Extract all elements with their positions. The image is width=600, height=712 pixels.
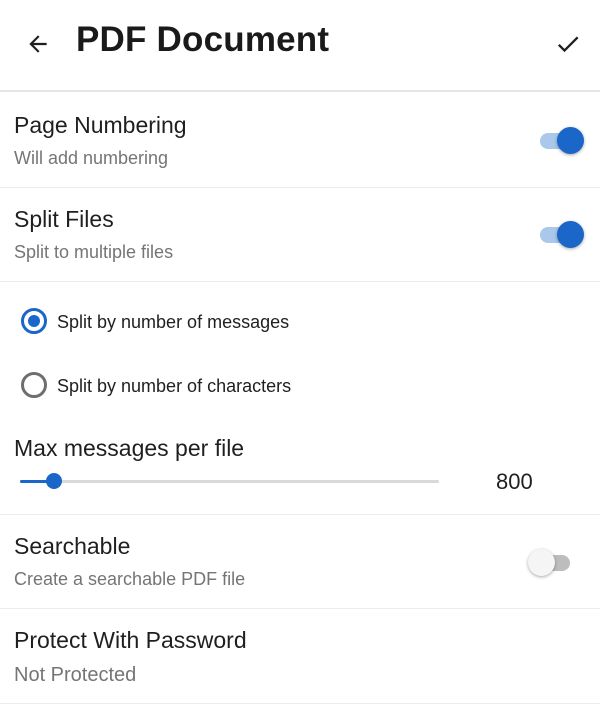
divider [0, 703, 600, 704]
divider [0, 281, 600, 282]
radio-split-by-messages[interactable]: Split by number of messages [0, 292, 600, 352]
setting-subtitle: Not Protected [14, 664, 137, 686]
setting-subtitle: Will add numbering [14, 148, 169, 168]
setting-searchable[interactable]: Searchable Create a searchable PDF file [0, 515, 600, 608]
radio-split-by-characters[interactable]: Split by number of characters [0, 356, 600, 416]
page-numbering-toggle[interactable] [538, 125, 584, 155]
searchable-toggle[interactable] [528, 547, 574, 577]
toggle-thumb [557, 127, 584, 154]
radio-button-unchecked[interactable] [21, 372, 47, 398]
setting-page-numbering[interactable]: Page Numbering Will add numbering [0, 94, 600, 187]
toggle-thumb [528, 549, 555, 576]
radio-label: Split by number of messages [57, 312, 290, 332]
setting-protect-password[interactable]: Protect With Password Not Protected [0, 609, 600, 703]
confirm-button[interactable] [546, 22, 590, 66]
split-files-toggle[interactable] [538, 219, 584, 249]
back-button[interactable] [16, 22, 60, 66]
radio-button-checked[interactable] [21, 308, 47, 334]
check-icon [557, 36, 579, 53]
setting-split-files[interactable]: Split Files Split to multiple files [0, 188, 600, 281]
slider-thumb[interactable] [45, 473, 62, 489]
app-bar: PDF Document [0, 0, 600, 92]
max-messages-label: Max messages per file [14, 435, 245, 461]
arrow-left-icon [29, 35, 47, 53]
setting-subtitle: Split to multiple files [14, 242, 174, 262]
setting-title: Split Files [14, 206, 114, 232]
max-messages-slider[interactable] [20, 473, 439, 489]
setting-title: Protect With Password [14, 627, 247, 653]
setting-subtitle: Create a searchable PDF file [14, 569, 246, 589]
toggle-thumb [557, 221, 584, 248]
max-messages-value: 800 [496, 469, 533, 494]
setting-title: Searchable [14, 533, 131, 559]
setting-title: Page Numbering [14, 112, 187, 138]
page-title: PDF Document [76, 20, 330, 59]
radio-label: Split by number of characters [57, 376, 292, 396]
